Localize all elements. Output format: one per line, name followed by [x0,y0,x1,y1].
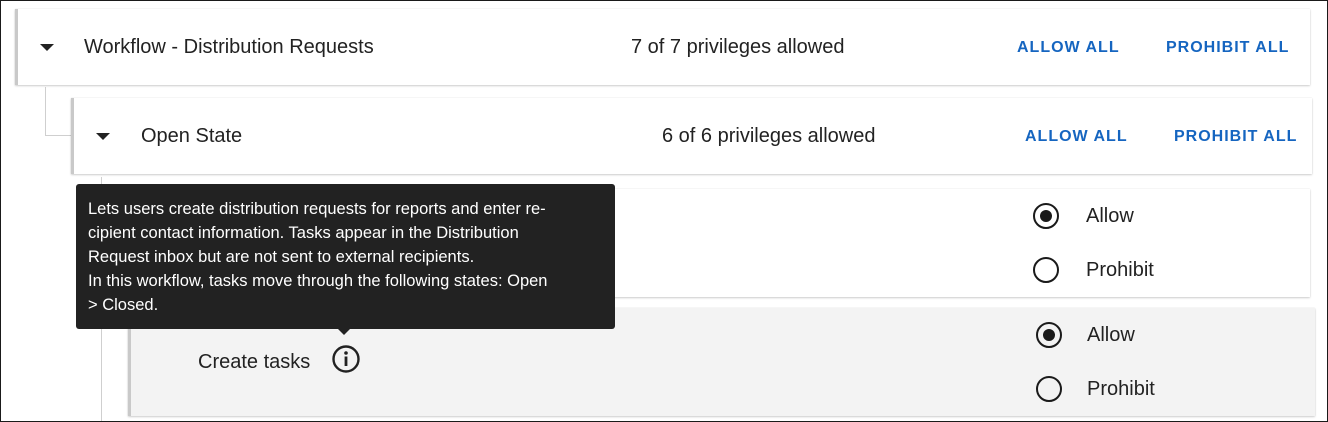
workflow-title: Workflow - Distribution Requests [84,36,374,58]
prohibit-radio[interactable] [1036,376,1062,402]
radio-selected-dot [1040,210,1052,222]
tooltip-line: Request inbox but are not sent to extern… [88,248,475,266]
tree-connector [45,87,72,136]
info-tooltip: Lets users create distribution requests … [76,184,615,335]
workflow-header: Workflow - Distribution Requests 7 of 7 … [15,9,1310,85]
workflow-prohibit-all-button[interactable]: PROHIBIT ALL [1166,39,1289,57]
caret-down-icon[interactable] [96,133,110,140]
privilege-name: Create tasks [198,351,311,373]
allow-label: Allow [1087,324,1135,346]
radio-selected-dot [1043,329,1055,341]
tooltip-line: > Closed. [88,296,159,314]
caret-down-icon[interactable] [40,44,54,51]
workflow-privilege-count: 7 of 7 privileges allowed [631,36,845,58]
prohibit-radio[interactable] [1033,257,1059,283]
state-privilege-count: 6 of 6 privileges allowed [662,125,876,147]
allow-radio[interactable] [1036,322,1062,348]
prohibit-label: Prohibit [1087,378,1155,400]
state-header: Open State 6 of 6 privileges allowed ALL… [71,98,1312,174]
allow-label: Allow [1086,205,1134,227]
tooltip-line: In this workflow, tasks move through the… [88,272,548,290]
permissions-panel: Workflow - Distribution Requests 7 of 7 … [0,0,1328,422]
state-prohibit-all-button[interactable]: PROHIBIT ALL [1174,128,1297,146]
workflow-allow-all-button[interactable]: ALLOW ALL [1017,39,1120,57]
allow-radio[interactable] [1033,203,1059,229]
state-title: Open State [141,125,243,147]
tooltip-line: Lets users create distribution requests … [88,200,546,218]
state-allow-all-button[interactable]: ALLOW ALL [1025,128,1128,146]
tooltip-line: cipient contact information. Tasks appea… [88,224,519,242]
info-icon[interactable] [331,344,361,374]
tooltip-arrow [338,329,350,335]
prohibit-label: Prohibit [1086,259,1154,281]
